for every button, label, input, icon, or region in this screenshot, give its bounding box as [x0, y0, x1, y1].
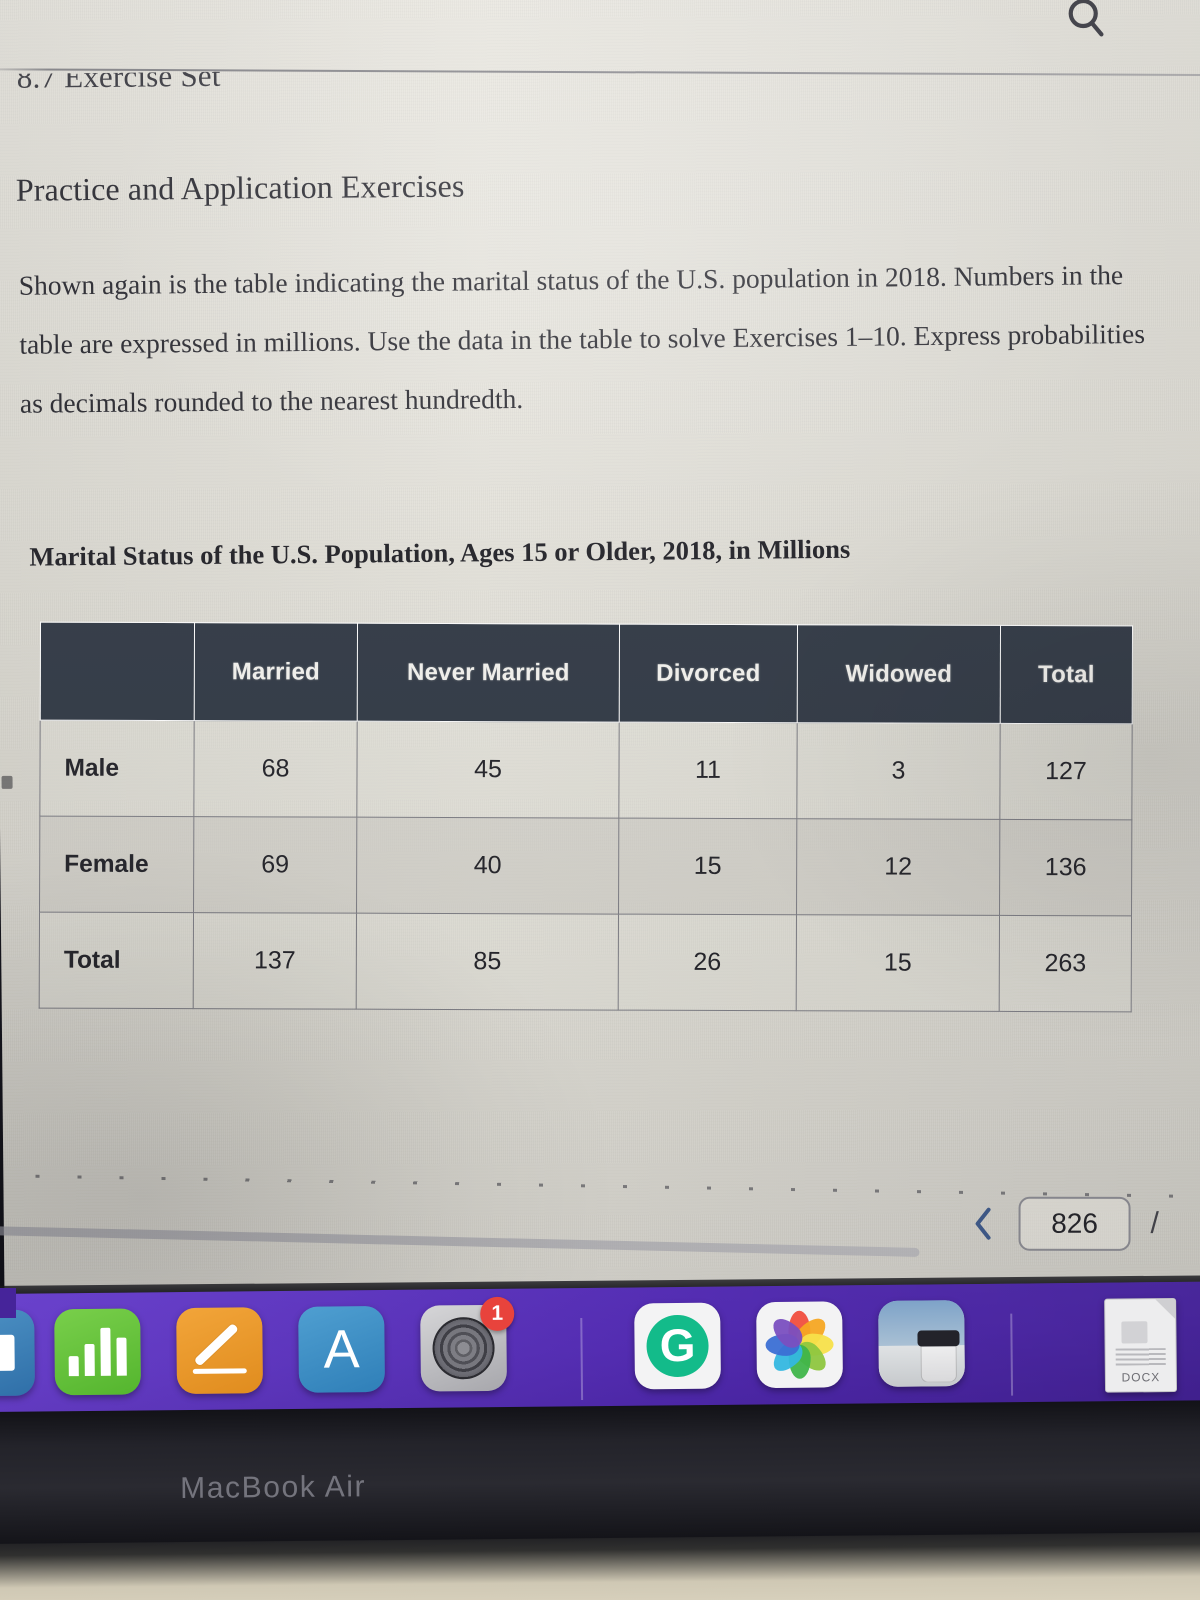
dock-item-system-preferences[interactable]: 1: [420, 1296, 515, 1392]
dock-divider: [580, 1317, 584, 1401]
dock-item-pages[interactable]: [176, 1307, 264, 1395]
row-header-male: Male: [39, 720, 195, 817]
column-header-divorced: Divorced: [619, 624, 798, 723]
cell-total-married: 137: [193, 912, 357, 1010]
file-text-lines: [1115, 1348, 1166, 1366]
cell-total-widowed: 15: [796, 914, 1000, 1012]
column-header-total: Total: [1000, 625, 1133, 724]
cell-total-never-married: 85: [356, 913, 619, 1011]
row-header-total: Total: [39, 912, 194, 1009]
cell-male-never-married: 45: [356, 721, 620, 819]
photo-smudge: [1, 775, 13, 789]
page-break-dotted-line: [0, 1174, 1200, 1199]
laptop-screen: 8.7 Exercise Set Practice and Applicatio…: [0, 0, 1200, 1294]
chevron-left-icon[interactable]: [969, 1202, 999, 1246]
table-row: Female 69 40 15 12 136: [39, 816, 1132, 916]
intro-paragraph: Shown again is the table indicating the …: [18, 259, 1146, 419]
page-number-input[interactable]: 826: [1018, 1196, 1131, 1251]
file-thumbnail-mark: [1121, 1321, 1148, 1344]
pages-icon: [176, 1307, 263, 1394]
image-thumbnail-icon: [878, 1300, 965, 1387]
cell-total-total: 263: [999, 915, 1132, 1012]
column-header-married: Married: [194, 622, 358, 722]
table-row: Male 68 45 11 3 127: [39, 720, 1133, 820]
dock-item-image-preview[interactable]: [878, 1300, 965, 1387]
file-type-label: DOCX: [1121, 1370, 1161, 1385]
cell-female-widowed: 12: [796, 818, 1000, 916]
dock-item-keynote[interactable]: [0, 1309, 36, 1397]
file-fold-corner: [1155, 1298, 1176, 1320]
cell-female-married: 69: [193, 816, 357, 914]
search-icon[interactable]: [1062, 0, 1110, 46]
grammarly-glyph: G: [659, 1318, 696, 1371]
numbers-icon: [54, 1308, 141, 1395]
dock-left-sliver: [0, 1288, 16, 1318]
dock-item-grammarly[interactable]: G: [634, 1302, 721, 1390]
column-header-never-married: Never Married: [357, 623, 620, 723]
keynote-icon: [0, 1310, 35, 1397]
column-header-widowed: Widowed: [797, 624, 1001, 724]
table-corner-header: [40, 622, 195, 721]
cell-male-divorced: 11: [618, 722, 798, 819]
photos-icon: [756, 1301, 843, 1388]
photo-of-laptop-screen: 8.7 Exercise Set Practice and Applicatio…: [0, 0, 1200, 1600]
marital-status-table: Married Never Married Divorced Widowed T…: [39, 622, 1133, 1013]
dock-item-numbers[interactable]: [54, 1308, 142, 1396]
dock-item-app-store[interactable]: A: [298, 1305, 386, 1393]
app-store-icon: A: [298, 1306, 385, 1393]
table-row: Total 137 85 26 15 263: [39, 912, 1132, 1012]
chapter-heading: 8.7 Exercise Set: [16, 57, 221, 95]
section-heading: Practice and Application Exercises: [15, 167, 465, 208]
cell-female-never-married: 40: [356, 817, 619, 915]
dock-divider: [1010, 1313, 1014, 1396]
row-header-female: Female: [39, 816, 194, 913]
table-caption: Marital Status of the U.S. Population, A…: [29, 533, 851, 572]
cell-male-widowed: 3: [796, 722, 1001, 820]
page-separator: /: [1150, 1206, 1159, 1240]
macbook-wordmark: MacBook Air: [180, 1470, 367, 1505]
cell-female-divorced: 15: [618, 818, 797, 915]
cell-male-married: 68: [193, 720, 358, 818]
grammarly-icon: G: [634, 1303, 721, 1390]
dock-item-photos[interactable]: [756, 1301, 843, 1389]
page-navigation-toolbar: 826 /: [969, 1196, 1159, 1251]
table-header-row: Married Never Married Divorced Widowed T…: [40, 622, 1133, 724]
cell-total-divorced: 26: [618, 914, 797, 1011]
cell-female-total: 136: [999, 819, 1132, 916]
cell-male-total: 127: [999, 723, 1133, 820]
app-store-glyph: A: [323, 1319, 360, 1380]
dock-item-docx-file[interactable]: DOCX: [1104, 1297, 1178, 1393]
notification-badge: 1: [480, 1296, 515, 1332]
horizontal-scrollbar[interactable]: [0, 1226, 920, 1257]
